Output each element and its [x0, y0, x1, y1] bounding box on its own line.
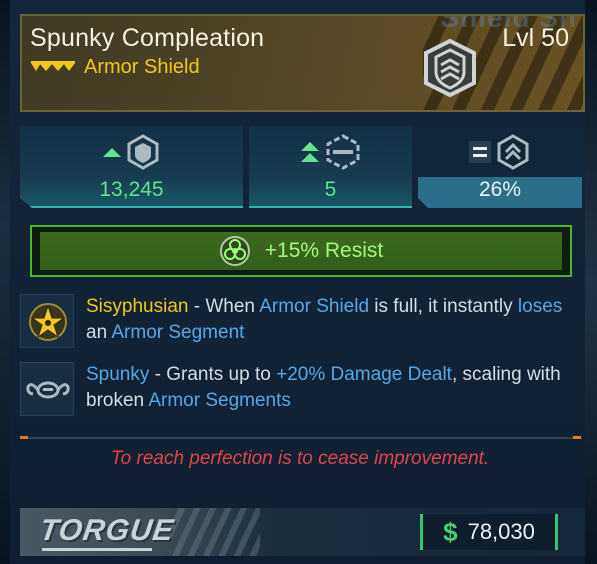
price-box: $ 78,030	[420, 514, 558, 550]
resist-bar-fill: +15% Resist	[40, 232, 562, 270]
perk-icon-frame	[20, 362, 74, 416]
sisyphusian-star-icon	[29, 303, 67, 341]
item-footer: TORGUE $ 78,030	[20, 508, 585, 556]
perk-text-part: is full, it instantly	[369, 296, 518, 317]
perk-description: Sisyphusian - When Armor Shield is full,…	[86, 294, 576, 346]
stat-underline	[249, 206, 412, 208]
item-type: Armor Shield	[84, 56, 200, 78]
perk-description: Spunky - Grants up to +20% Damage Dealt,…	[86, 362, 576, 414]
armor-segment-icon	[326, 134, 359, 170]
keyword-armor-segment: Armor Segment	[111, 322, 245, 343]
perk-text-part: - When	[188, 296, 260, 317]
stat-shield-capacity: 13,245	[20, 126, 243, 208]
item-price: 78,030	[467, 519, 535, 544]
keyword-damage-dealt: +20% Damage Dealt	[276, 364, 452, 385]
item-level: Lvl 50	[502, 24, 569, 52]
divider-tick-left	[20, 436, 28, 439]
item-name: Spunky Compleation	[30, 24, 265, 52]
card-edge-left	[0, 0, 10, 564]
stat-recharge-value: 26%	[478, 178, 522, 201]
stat-up-arrow-icon	[102, 148, 121, 157]
perk-spunky: Spunky - Grants up to +20% Damage Dealt,…	[20, 360, 580, 416]
resist-text: +15% Resist	[264, 239, 384, 262]
stat-double-up-arrow-icon	[300, 142, 319, 162]
item-card: Shield Sh Spunky Compleation Lvl 50 Armo…	[0, 0, 597, 564]
keyword-armor-shield: Armor Shield	[259, 296, 370, 317]
keyword-armor-segments: Armor Segments	[148, 390, 291, 411]
stat-armor-segments-value: 5	[324, 178, 337, 201]
radiation-icon	[219, 236, 250, 266]
shield-capacity-icon	[127, 134, 158, 170]
perk-text-part: an	[86, 322, 112, 343]
stat-underline	[20, 206, 243, 208]
armor-shield-icon	[424, 38, 476, 98]
item-header: Shield Sh Spunky Compleation Lvl 50 Armo…	[20, 14, 585, 112]
divider-tick-right	[573, 436, 581, 439]
stat-equal-icon	[469, 141, 491, 163]
perk-name: Sisyphusian	[86, 296, 189, 317]
rarity-chevrons-icon	[31, 61, 75, 71]
perk-icon-frame	[20, 294, 74, 348]
perk-text-part: - Grants up to	[149, 364, 277, 385]
resist-bar: +15% Resist	[30, 225, 572, 277]
recharge-icon	[497, 134, 529, 170]
footer-stripes	[170, 508, 260, 556]
spunky-flex-icon	[26, 381, 70, 399]
stat-armor-segments: 5	[249, 126, 412, 208]
manufacturer-logo: TORGUE	[37, 514, 177, 547]
stat-recharge: 26%	[418, 126, 582, 208]
perk-sisyphusian: Sisyphusian - When Armor Shield is full,…	[20, 292, 580, 348]
manufacturer-logo-underline	[42, 548, 152, 551]
stat-shield-capacity-value: 13,245	[99, 178, 164, 201]
keyword-loses: loses	[517, 296, 563, 317]
section-divider	[20, 437, 582, 439]
card-edge-right	[585, 0, 597, 564]
currency-icon: $	[443, 516, 458, 547]
flavor-text: To reach perfection is to cease improvem…	[110, 448, 490, 469]
perk-name: Spunky	[86, 364, 150, 385]
